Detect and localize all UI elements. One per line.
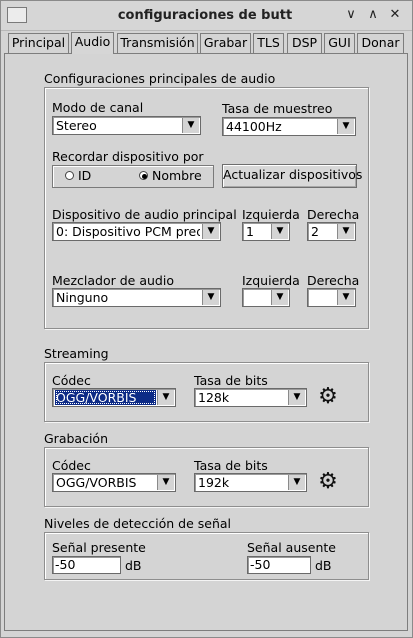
streaming-codec-label: Códec — [52, 373, 91, 388]
main-right-channel-select[interactable]: 2 ▼ — [307, 222, 356, 241]
main-left-channel-select[interactable]: 1 ▼ — [242, 222, 290, 241]
recording-codec-label: Códec — [52, 458, 91, 473]
recording-bitrate-value: 192k — [198, 475, 230, 490]
tab-dsp[interactable]: DSP — [287, 33, 322, 53]
streaming-bitrate-label: Tasa de bits — [194, 373, 268, 388]
tab-principal[interactable]: Principal — [8, 33, 69, 53]
maximize-button[interactable]: ∧ — [364, 6, 382, 24]
main-device-select[interactable]: 0: Dispositivo PCM prede ▼ — [52, 222, 221, 241]
signal-group-label: Niveles de detección de señal — [44, 516, 231, 531]
signal-present-label: Señal presente — [52, 540, 146, 555]
mixer-left-channel-label: Izquierda — [242, 273, 300, 288]
signal-absent-label: Señal ausente — [247, 540, 336, 555]
recording-group-label: Grabación — [44, 431, 108, 446]
signal-absent-input[interactable]: -50 — [247, 556, 311, 574]
chevron-down-icon: ▼ — [182, 118, 199, 133]
main-right-channel-value: 2 — [311, 224, 319, 239]
radio-id-label[interactable]: ID — [78, 168, 91, 183]
chevron-down-icon: ▼ — [157, 475, 174, 490]
streaming-codec-select[interactable]: OGG/VORBIS ▼ — [52, 388, 176, 407]
mixer-label: Mezclador de audio — [52, 273, 174, 288]
main-left-channel-label: Izquierda — [242, 207, 300, 222]
channel-mode-value: Stereo — [56, 118, 97, 133]
chevron-down-icon: ▼ — [271, 224, 288, 239]
recording-bitrate-label: Tasa de bits — [194, 458, 268, 473]
sample-rate-select[interactable]: 44100Hz ▼ — [222, 117, 356, 136]
tab-gui[interactable]: GUI — [324, 33, 355, 53]
recording-bitrate-select[interactable]: 192k ▼ — [194, 473, 307, 492]
chevron-down-icon: ▼ — [337, 290, 354, 305]
sample-rate-value: 44100Hz — [226, 119, 282, 134]
close-button[interactable]: ✕ — [386, 6, 404, 24]
channel-mode-label: Modo de canal — [52, 100, 144, 115]
mixer-value: Ninguno — [56, 290, 109, 305]
window-title: configuraciones de butt — [117, 8, 293, 23]
audio-main-group-label: Configuraciones principales de audio — [44, 71, 276, 86]
chevron-down-icon: ▼ — [271, 290, 288, 305]
chevron-down-icon: ▼ — [157, 390, 174, 405]
signal-present-unit: dB — [125, 558, 142, 573]
streaming-bitrate-select[interactable]: 128k ▼ — [194, 388, 307, 407]
streaming-settings-gear-icon[interactable]: ⚙ — [316, 386, 340, 408]
chevron-down-icon: ▼ — [288, 475, 305, 490]
signal-absent-unit: dB — [315, 558, 332, 573]
streaming-codec-value: OGG/VORBIS — [55, 390, 156, 405]
mixer-select[interactable]: Ninguno ▼ — [52, 288, 221, 307]
main-right-channel-label: Derecha — [307, 207, 360, 222]
mixer-left-channel-select[interactable]: ▼ — [242, 288, 290, 307]
tab-tls[interactable]: TLS — [253, 33, 284, 53]
streaming-bitrate-value: 128k — [198, 390, 230, 405]
refresh-devices-button[interactable]: Actualizar dispositivos — [222, 164, 362, 188]
chevron-down-icon: ▼ — [337, 224, 354, 239]
tab-transmision[interactable]: Transmisión — [117, 33, 198, 53]
streaming-group-label: Streaming — [44, 346, 109, 361]
tab-donar[interactable]: Donar — [357, 33, 404, 53]
channel-mode-select[interactable]: Stereo ▼ — [52, 116, 201, 135]
minimize-button[interactable]: ∨ — [342, 6, 360, 24]
mixer-right-channel-label: Derecha — [307, 273, 360, 288]
main-device-label: Dispositivo de audio principal — [52, 207, 237, 222]
chevron-down-icon: ▼ — [288, 390, 305, 405]
mixer-right-channel-select[interactable]: ▼ — [307, 288, 356, 307]
recording-settings-gear-icon[interactable]: ⚙ — [316, 471, 340, 493]
chevron-down-icon: ▼ — [337, 119, 354, 134]
radio-nombre-label[interactable]: Nombre — [152, 168, 202, 183]
window-icon — [7, 7, 27, 23]
radio-id[interactable] — [65, 171, 74, 180]
chevron-down-icon: ▼ — [202, 224, 219, 239]
tab-audio[interactable]: Audio — [71, 32, 114, 54]
remember-device-label: Recordar dispositivo por — [52, 149, 204, 164]
chevron-down-icon: ▼ — [202, 290, 219, 305]
tab-grabar[interactable]: Grabar — [200, 33, 251, 53]
main-device-value: 0: Dispositivo PCM prede — [56, 224, 200, 239]
recording-codec-select[interactable]: OGG/VORBIS ▼ — [52, 473, 176, 492]
main-left-channel-value: 1 — [246, 224, 254, 239]
signal-present-input[interactable]: -50 — [52, 556, 121, 574]
recording-codec-value: OGG/VORBIS — [56, 475, 137, 490]
sample-rate-label: Tasa de muestreo — [222, 101, 333, 116]
radio-nombre[interactable] — [139, 171, 148, 180]
